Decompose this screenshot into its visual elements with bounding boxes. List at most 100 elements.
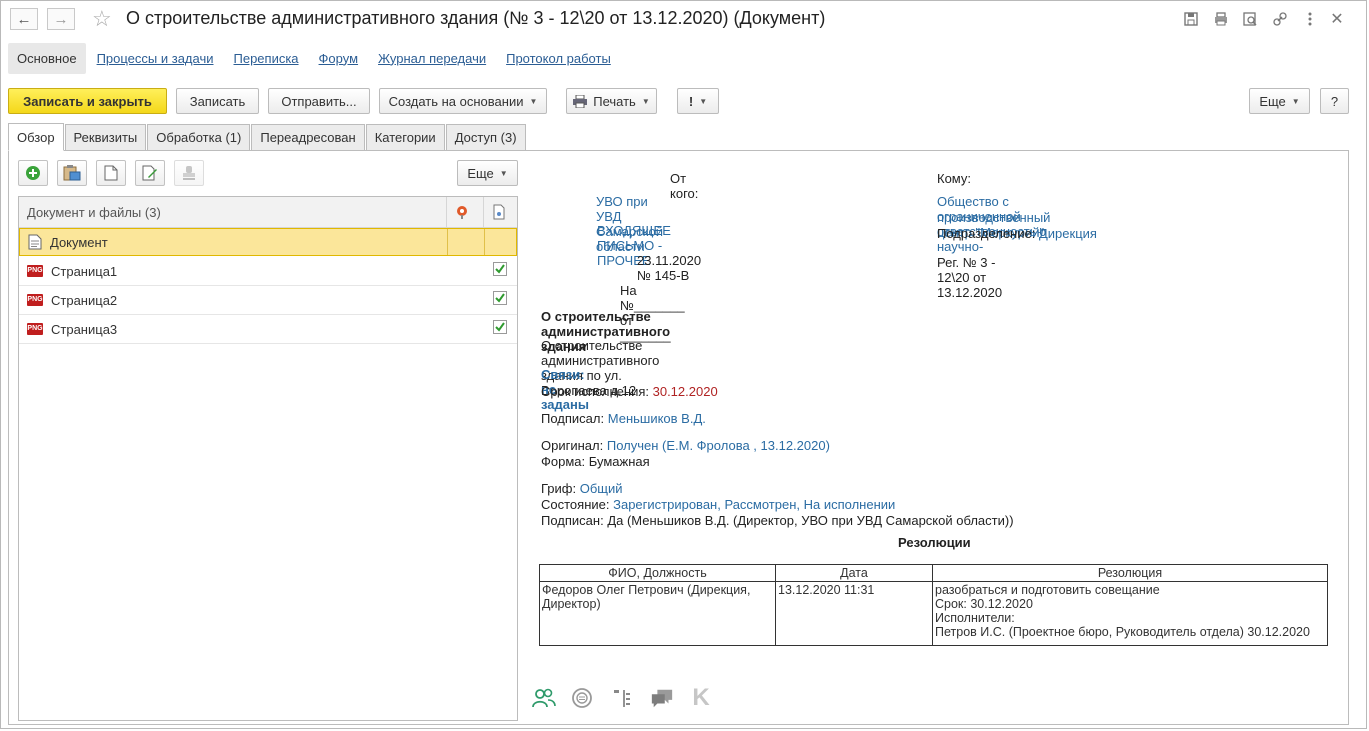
file-name: Страница2 [51, 292, 118, 308]
link-icon[interactable] [1270, 9, 1290, 29]
table-row[interactable]: PNG Страница1 [19, 257, 517, 286]
resolution-date: 13.12.2020 11:31 [775, 581, 933, 646]
caret-down-icon: ▼ [499, 168, 508, 178]
document-icon [28, 234, 42, 250]
resolution-text-line: разобраться и подготовить совещание [935, 583, 1160, 597]
tab-requisites[interactable]: Реквизиты [64, 124, 147, 150]
original-link[interactable]: Получен (Е.М. Фролова , 13.12.2020) [607, 438, 830, 453]
section-work-log[interactable]: Протокол работы [506, 51, 611, 66]
comments-icon[interactable] [650, 686, 674, 710]
print-button[interactable]: Печать ▼ [566, 88, 657, 114]
section-main[interactable]: Основное [8, 42, 86, 74]
table-row[interactable]: Документ [19, 228, 517, 256]
signed-value: Да (Меньшиков В.Д. (Директор, УВО при УВ… [607, 513, 1014, 528]
structure-icon[interactable] [610, 686, 634, 710]
resolutions-table: ФИО, Должность Дата Резолюция Федоров Ол… [539, 564, 1328, 646]
resolution-text-line: Петров И.С. (Проектное бюро, Руководител… [935, 625, 1310, 639]
save-icon[interactable] [1181, 9, 1201, 29]
add-file-button[interactable] [18, 160, 48, 186]
resolutions-header-date: Дата [775, 564, 933, 582]
pin-icon[interactable] [454, 204, 470, 220]
send-button[interactable]: Отправить... [268, 88, 370, 114]
section-correspondence[interactable]: Переписка [234, 51, 299, 66]
file-column-icon[interactable] [493, 204, 505, 220]
tab-categories[interactable]: Категории [365, 124, 445, 150]
sign-button[interactable] [174, 160, 204, 186]
division-link[interactable]: Дирекция [1039, 226, 1097, 241]
new-document-button[interactable] [96, 160, 126, 186]
stamp-link[interactable]: Общий [580, 481, 623, 496]
form-tabs: Обзор Реквизиты Обработка (1) Переадресо… [8, 123, 527, 151]
scan-button[interactable] [57, 160, 87, 186]
stamp-row: Гриф: Общий [541, 481, 623, 496]
tab-redirected[interactable]: Переадресован [251, 124, 365, 150]
k-letter-icon[interactable]: K [689, 684, 713, 711]
checkmark-icon[interactable] [493, 262, 507, 276]
more-label: Еще [1259, 93, 1286, 109]
signed-by-row: Подписал: Меньшиков В.Д. [541, 411, 706, 426]
preview-icon[interactable] [1240, 9, 1260, 29]
back-button[interactable]: ← [10, 8, 38, 30]
column-divider [483, 197, 484, 227]
resolution-person-line: Директор) [542, 597, 601, 611]
create-based-label: Создать на основании [388, 93, 524, 109]
state-link[interactable]: Зарегистрирован, Рассмотрен, На исполнен… [613, 497, 895, 512]
edit-file-button[interactable] [135, 160, 165, 186]
resolution-text-line: Исполнители: [935, 611, 1015, 625]
section-transfer-log[interactable]: Журнал передачи [378, 51, 486, 66]
deadline-label: Срок исполнения: [541, 384, 649, 399]
arrow-left-icon: ← [16, 10, 32, 28]
resolution-person: Федоров Олег Петрович (Дирекция, Директо… [539, 581, 776, 646]
table-row[interactable]: PNG Страница3 [19, 315, 517, 344]
blank-page-icon [104, 165, 118, 181]
print-label: Печать [593, 93, 636, 109]
tab-processing[interactable]: Обработка (1) [147, 124, 251, 150]
participants-icon[interactable] [532, 686, 556, 710]
checkmark-icon[interactable] [493, 320, 507, 334]
deadline-row: Срок исполнения: 30.12.2020 [541, 384, 718, 399]
resolution-person-line: Федоров Олег Петрович (Дирекция, [542, 583, 751, 597]
arrow-right-icon: → [53, 10, 69, 28]
section-processes[interactable]: Процессы и задачи [97, 51, 214, 66]
original-label: Оригинал: [541, 438, 604, 453]
create-based-button[interactable]: Создать на основании ▼ [379, 88, 547, 114]
form-label: Форма: [541, 454, 586, 469]
png-icon: PNG [27, 323, 43, 335]
checkmark-icon[interactable] [493, 291, 507, 305]
importance-label: ! [688, 93, 694, 109]
division-label: Подразделение: [937, 226, 1036, 241]
tab-access[interactable]: Доступ (3) [445, 124, 526, 150]
help-button[interactable]: ? [1320, 88, 1349, 114]
files-header-label: Документ и файлы (3) [27, 205, 161, 220]
more-actions-icon[interactable] [1300, 9, 1320, 29]
tab-overview[interactable]: Обзор [8, 123, 64, 151]
more-button[interactable]: Еще ▼ [1249, 88, 1310, 114]
file-name: Страница1 [51, 263, 118, 279]
signed-by-link[interactable]: Меньшиков В.Д. [608, 411, 706, 426]
caret-down-icon: ▼ [641, 96, 650, 106]
original-row: Оригинал: Получен (Е.М. Фролова , 13.12.… [541, 438, 830, 453]
save-close-button[interactable]: Записать и закрыть [8, 88, 167, 114]
table-row[interactable]: PNG Страница2 [19, 286, 517, 315]
files-more-button[interactable]: Еще ▼ [457, 160, 518, 186]
section-nav: Основное Процессы и задачи Переписка Фор… [8, 42, 631, 74]
importance-button[interactable]: ! ▼ [677, 88, 719, 114]
favorite-star-icon[interactable]: ☆ [92, 6, 112, 32]
add-icon [26, 166, 40, 180]
column-divider [446, 197, 447, 227]
signed-by-label: Подписал: [541, 411, 605, 426]
state-label: Состояние: [541, 497, 610, 512]
png-icon: PNG [27, 294, 43, 306]
png-icon: PNG [27, 265, 43, 277]
discussion-icon[interactable] [570, 686, 594, 710]
stamp-icon [183, 166, 195, 180]
signed-label: Подписан: [541, 513, 604, 528]
save-button[interactable]: Записать [176, 88, 259, 114]
edit-page-icon [142, 165, 157, 181]
close-icon[interactable]: ✕ [1327, 9, 1347, 29]
print-icon[interactable] [1211, 9, 1231, 29]
form-row: Форма: Бумажная [541, 454, 650, 469]
forward-button[interactable]: → [47, 8, 75, 30]
deadline-value[interactable]: 30.12.2020 [653, 384, 718, 399]
section-forum[interactable]: Форум [319, 51, 359, 66]
